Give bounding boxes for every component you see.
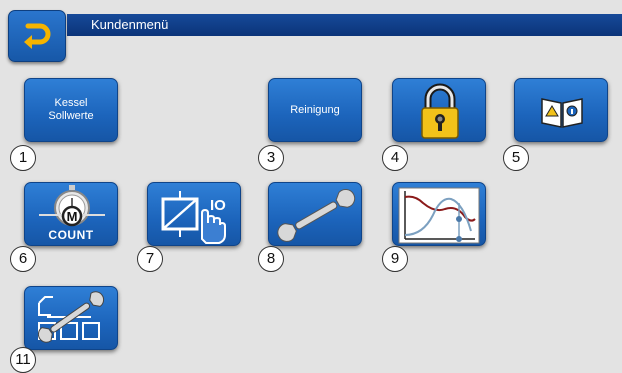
tile-number-badge: 1 bbox=[10, 145, 36, 171]
tile-number-badge: 7 bbox=[137, 246, 163, 272]
service-button[interactable] bbox=[268, 182, 362, 246]
curve-chart-icon bbox=[398, 187, 480, 244]
tile-number-badge: 9 bbox=[382, 246, 408, 272]
motor-badge-letter: M bbox=[67, 209, 78, 224]
operating-counter-button[interactable]: M COUNT bbox=[24, 182, 118, 246]
tile-number-badge: 11 bbox=[10, 347, 36, 373]
relay-touch-icon bbox=[161, 191, 226, 244]
tile-number-badge: 3 bbox=[258, 145, 284, 171]
boiler-setpoints-button[interactable]: Kessel Sollwerte bbox=[24, 78, 118, 142]
manual-button[interactable] bbox=[514, 78, 608, 142]
cleaning-button[interactable]: Reinigung bbox=[268, 78, 362, 142]
heating-curve-button[interactable] bbox=[392, 182, 486, 246]
padlock-icon bbox=[421, 83, 459, 139]
wrench-icon bbox=[277, 188, 356, 242]
lock-button[interactable] bbox=[392, 78, 486, 142]
return-arrow-icon bbox=[24, 23, 51, 49]
io-label: IO bbox=[210, 197, 226, 214]
tile-label: Kessel Sollwerte bbox=[48, 97, 94, 122]
page-title: Kundenmenü bbox=[91, 17, 169, 32]
tile-number-badge: 5 bbox=[503, 145, 529, 171]
header: Kundenmenü bbox=[0, 0, 622, 66]
count-label: COUNT bbox=[48, 228, 94, 242]
network-wrench-icon bbox=[37, 291, 105, 343]
manual-book-icon bbox=[541, 98, 583, 128]
tile-number-badge: 8 bbox=[258, 246, 284, 272]
manual-io-button[interactable]: IO bbox=[147, 182, 241, 246]
tile-number-badge: 6 bbox=[10, 246, 36, 272]
tile-label: Reinigung bbox=[290, 103, 340, 116]
network-settings-button[interactable] bbox=[24, 286, 118, 350]
tile-number-badge: 4 bbox=[382, 145, 408, 171]
title-bar: Kundenmenü bbox=[67, 14, 622, 36]
back-button[interactable] bbox=[8, 10, 66, 62]
